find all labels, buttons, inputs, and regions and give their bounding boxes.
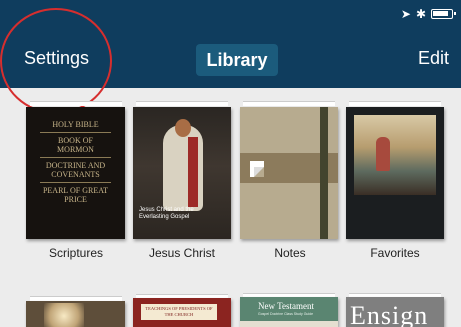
book-teachings[interactable]: TEACHINGS OF PRESIDENTS OF THE CHURCH: [133, 298, 231, 327]
shelf-stack: [136, 101, 228, 106]
note-icon: [250, 161, 264, 177]
status-icons: ➤ ✱: [400, 7, 456, 21]
cover-text-bible: HOLY BIBLE: [40, 117, 111, 133]
settings-button[interactable]: Settings: [24, 48, 89, 69]
cover-title: New Testament: [258, 301, 314, 311]
cover-text-doctrine-covenants: DOCTRINE AND COVENANTS: [40, 158, 111, 183]
book-label-jesus-christ: Jesus Christ: [148, 246, 216, 260]
battery-icon: [431, 9, 456, 19]
cover-subtitle: Gospel Doctrine Class Study Guide: [258, 312, 314, 316]
location-icon: ➤: [400, 7, 411, 21]
cover-title: Ensign: [350, 301, 429, 327]
cover-text-pearl: PEARL OF GREAT PRICE: [42, 186, 109, 204]
book-notes[interactable]: [240, 107, 338, 239]
notes-elastic: [320, 107, 328, 239]
shelf-stack: [30, 101, 122, 106]
edit-button[interactable]: Edit: [418, 48, 449, 69]
cover-painting-head: [175, 119, 191, 137]
book-label-scriptures: Scriptures: [48, 246, 104, 260]
book-favorites[interactable]: [346, 107, 444, 239]
bluetooth-icon: ✱: [415, 7, 426, 21]
book-ensign[interactable]: Ensign: [346, 297, 444, 327]
shelf-stack: [349, 101, 441, 106]
book-scriptures[interactable]: HOLY BIBLE BOOK OF MORMON DOCTRINE AND C…: [26, 107, 125, 239]
book-new-testament[interactable]: New Testament Gospel Doctrine Class Stud…: [240, 297, 338, 327]
cover-text-book-of-mormon: BOOK OF MORMON: [40, 133, 111, 158]
book-row2-1[interactable]: [26, 301, 125, 327]
book-label-favorites: Favorites: [370, 246, 420, 260]
cover-painting-figure: [376, 137, 390, 171]
cover-title: Jesus Christ and the Everlasting Gospel: [139, 207, 194, 220]
cover-painting: [44, 303, 84, 327]
cover-title: TEACHINGS OF PRESIDENTS OF THE CHURCH: [141, 304, 217, 320]
status-bar: ➤ ✱: [0, 0, 461, 30]
navigation-bar: Settings Library Edit: [0, 30, 461, 88]
cover-painting: [354, 115, 436, 195]
book-jesus-christ[interactable]: Jesus Christ and the Everlasting Gospel: [133, 107, 231, 239]
book-label-notes: Notes: [274, 246, 306, 260]
shelf-stack: [243, 101, 335, 106]
library-button[interactable]: Library: [196, 44, 278, 76]
cover-painting-sash: [188, 137, 198, 207]
